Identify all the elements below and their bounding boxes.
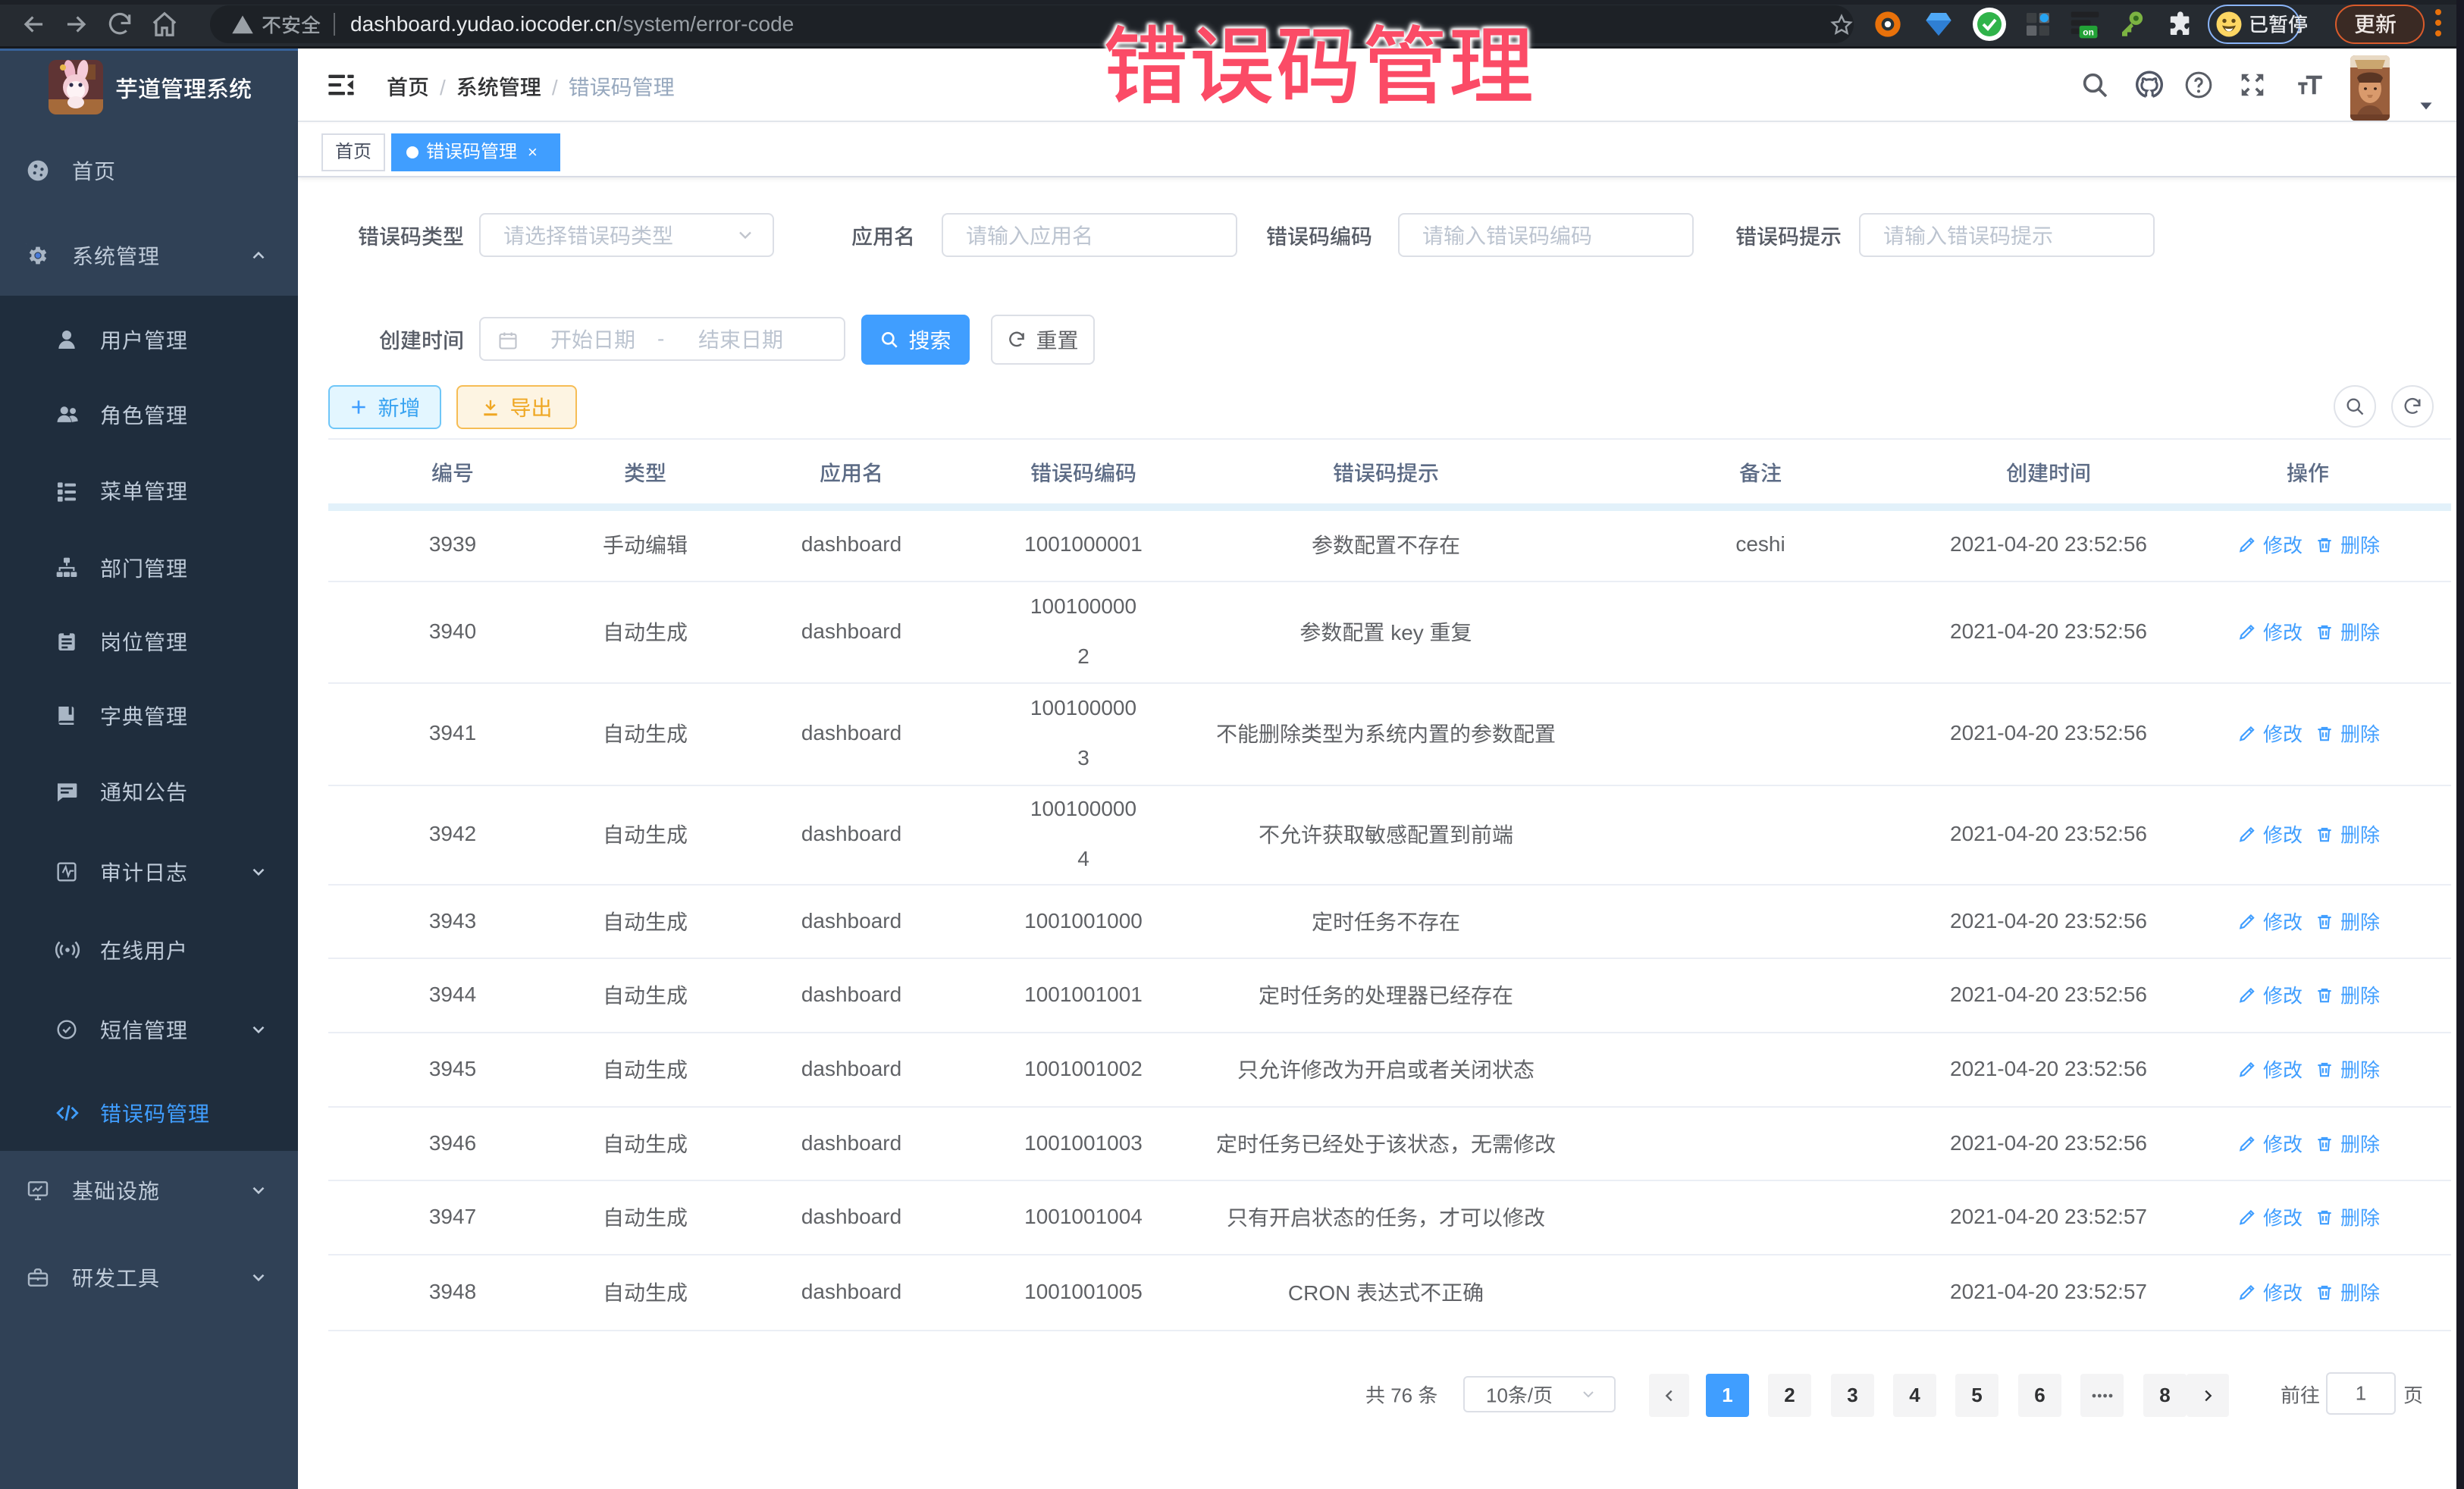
- svg-text:on: on: [2083, 27, 2094, 38]
